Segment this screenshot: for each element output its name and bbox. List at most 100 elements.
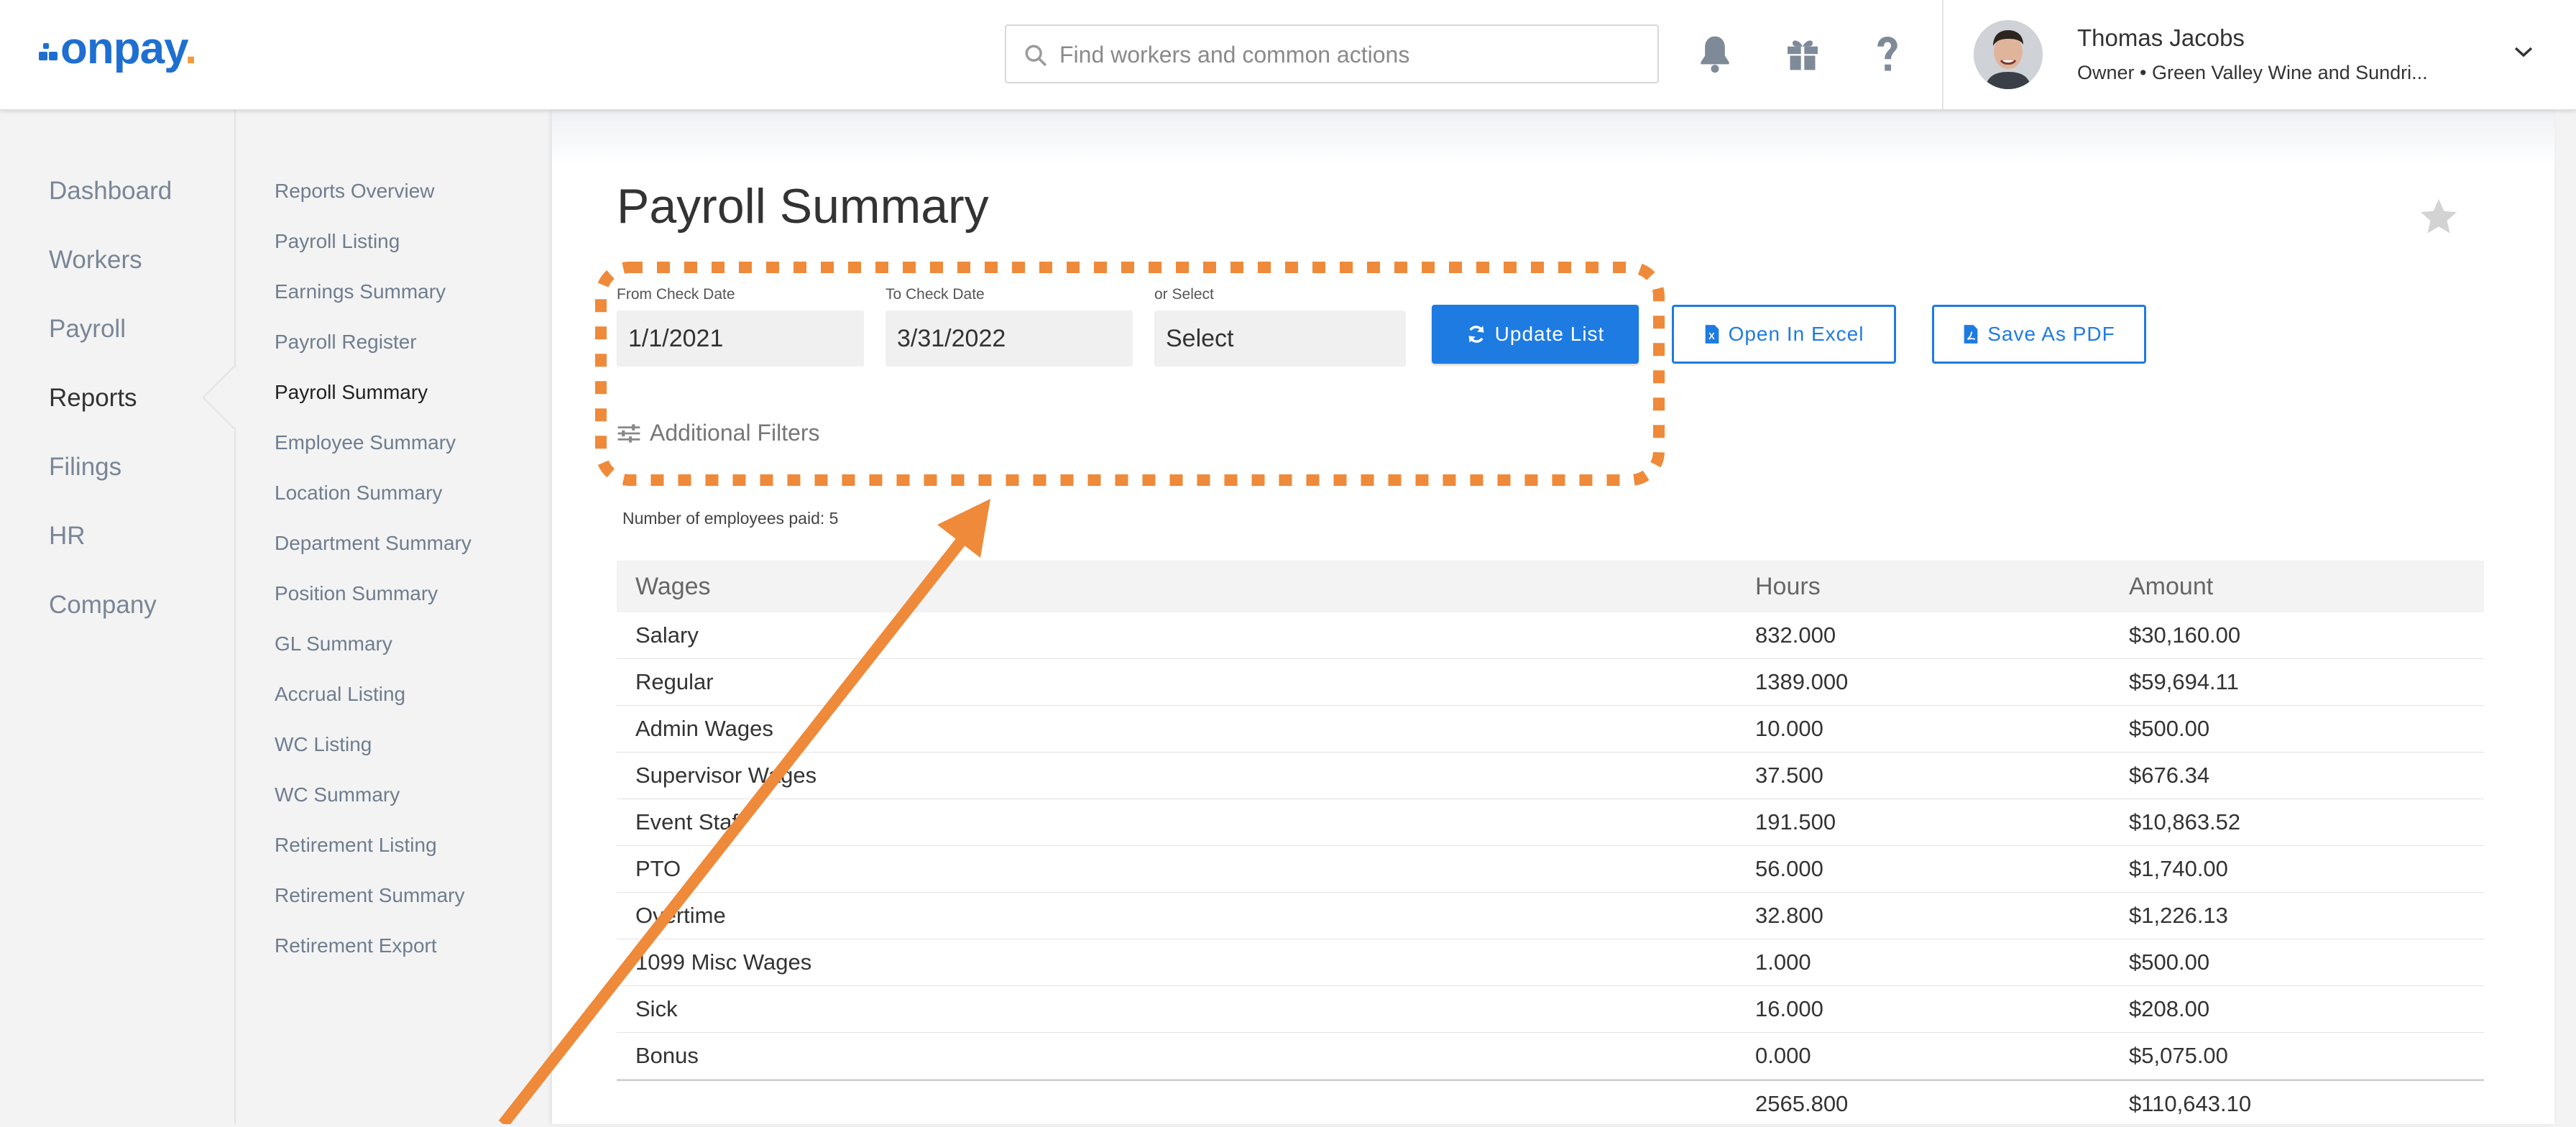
period-select[interactable]: Select [1154,310,1406,367]
total-hours: 2565.800 [1755,1091,1849,1116]
wage-type: Admin Wages [635,716,773,741]
wage-type: Overtime [635,903,726,928]
excel-file-icon: X [1705,325,1719,344]
reports-sidebar [234,109,552,1124]
chevron-down-icon[interactable] [2513,45,2534,59]
sub-position-summary[interactable]: Position Summary [275,582,438,605]
top-header: onpay. Thomas Jacobs Owner • Green Valle… [0,0,2576,110]
save-as-pdf-button[interactable]: Save As PDF [1932,305,2146,364]
from-date-input[interactable] [617,310,864,367]
wage-hours: 10.000 [1755,716,1823,741]
header-hours[interactable]: Hours [1755,561,1821,612]
table-row: Salary 832.000 $30,160.00 [617,612,2484,659]
nav-dashboard[interactable]: Dashboard [49,177,172,206]
wage-type: Regular [635,669,714,694]
wage-type: PTO [635,856,681,881]
additional-filters-link[interactable]: Additional Filters [617,420,820,446]
svg-text:X: X [1708,331,1716,341]
search-input[interactable] [1058,36,1636,73]
sub-payroll-listing[interactable]: Payroll Listing [275,230,400,253]
content-top-shade [552,109,2554,167]
wage-hours: 1389.000 [1755,669,1849,694]
gift-icon[interactable] [1782,33,1823,73]
table-row: Sick 16.000 $208.00 [617,986,2484,1033]
total-amount: $110,643.10 [2129,1091,2252,1116]
update-list-button[interactable]: Update List [1432,305,1639,364]
nav-company[interactable]: Company [49,591,157,620]
sub-retirement-listing[interactable]: Retirement Listing [275,834,437,857]
sub-earnings-summary[interactable]: Earnings Summary [275,280,446,303]
table-row: Event Staff 191.500 $10,863.52 [617,799,2484,846]
wage-amount: $676.34 [2129,763,2210,788]
logo-text: onpay. [60,24,197,73]
wage-amount: $1,740.00 [2129,856,2228,881]
wage-hours: 37.500 [1755,763,1823,788]
sub-employee-summary[interactable]: Employee Summary [275,431,456,454]
wage-hours: 56.000 [1755,856,1823,881]
sub-gl-summary[interactable]: GL Summary [275,632,392,656]
wage-type: Bonus [635,1043,699,1068]
wage-amount: $59,694.11 [2129,669,2239,694]
favorite-star-icon[interactable] [2416,196,2461,239]
table-row: Regular 1389.000 $59,694.11 [617,659,2484,706]
sub-retirement-export[interactable]: Retirement Export [275,934,437,957]
sub-payroll-summary[interactable]: Payroll Summary [275,381,428,404]
search-icon [1025,45,1046,66]
wages-table: Wages Hours Amount Salary 832.000 $30,16… [617,561,2484,1127]
table-row: Supervisor Wages 37.500 $676.34 [617,753,2484,799]
header-amount[interactable]: Amount [2129,561,2213,612]
avatar[interactable] [1974,20,2043,89]
user-name[interactable]: Thomas Jacobs [2077,24,2245,52]
sub-department-summary[interactable]: Department Summary [275,532,472,555]
table-total-row: 2565.800 $110,643.10 [617,1080,2484,1127]
sliders-icon [617,423,640,443]
sub-location-summary[interactable]: Location Summary [275,482,442,505]
wage-type: Supervisor Wages [635,763,817,788]
pdf-file-icon [1964,325,1978,344]
header-divider [1942,0,1944,109]
employee-count: Number of employees paid: 5 [622,509,839,528]
table-row: PTO 56.000 $1,740.00 [617,846,2484,893]
help-icon[interactable] [1872,33,1903,76]
nav-workers[interactable]: Workers [49,246,142,275]
table-row: Bonus 0.000 $5,075.00 [617,1033,2484,1080]
to-date-label: To Check Date [886,286,985,303]
wage-amount: $500.00 [2129,949,2210,975]
wage-type: Sick [635,996,678,1021]
logo-mark-icon [39,43,60,65]
table-row: Overtime 32.800 $1,226.13 [617,893,2484,939]
bell-icon[interactable] [1695,33,1735,76]
wage-hours: 1.000 [1755,949,1811,975]
user-company[interactable]: Owner • Green Valley Wine and Sundri... [2077,62,2428,84]
wage-amount: $500.00 [2129,716,2210,741]
wage-type: Event Staff [635,809,745,834]
table-row: 1099 Misc Wages 1.000 $500.00 [617,939,2484,986]
or-select-label: or Select [1154,286,1214,303]
open-in-excel-button[interactable]: X Open In Excel [1672,305,1896,364]
wage-amount: $5,075.00 [2129,1043,2228,1068]
wage-hours: 16.000 [1755,996,1823,1021]
nav-hr[interactable]: HR [49,522,86,551]
period-select-value: Select [1166,324,1234,352]
sub-wc-listing[interactable]: WC Listing [275,733,372,756]
sub-reports-overview[interactable]: Reports Overview [275,180,435,203]
nav-payroll[interactable]: Payroll [49,315,126,344]
from-date-label: From Check Date [617,286,735,303]
wage-hours: 32.800 [1755,903,1823,928]
sub-payroll-register[interactable]: Payroll Register [275,331,417,354]
header-wages[interactable]: Wages [635,561,711,612]
nav-reports[interactable]: Reports [49,384,137,413]
refresh-icon [1468,326,1484,343]
table-header: Wages Hours Amount [617,561,2484,612]
page-title: Payroll Summary [617,179,989,234]
wage-type: Salary [635,622,699,648]
wage-type: 1099 Misc Wages [635,949,812,975]
search-box[interactable] [1005,24,1659,83]
sub-accrual-listing[interactable]: Accrual Listing [275,683,405,706]
sub-retirement-summary[interactable]: Retirement Summary [275,884,465,907]
wage-hours: 191.500 [1755,809,1836,834]
to-date-input[interactable] [886,310,1133,367]
sub-wc-summary[interactable]: WC Summary [275,783,400,806]
nav-filings[interactable]: Filings [49,453,121,482]
wage-hours: 0.000 [1755,1043,1811,1068]
